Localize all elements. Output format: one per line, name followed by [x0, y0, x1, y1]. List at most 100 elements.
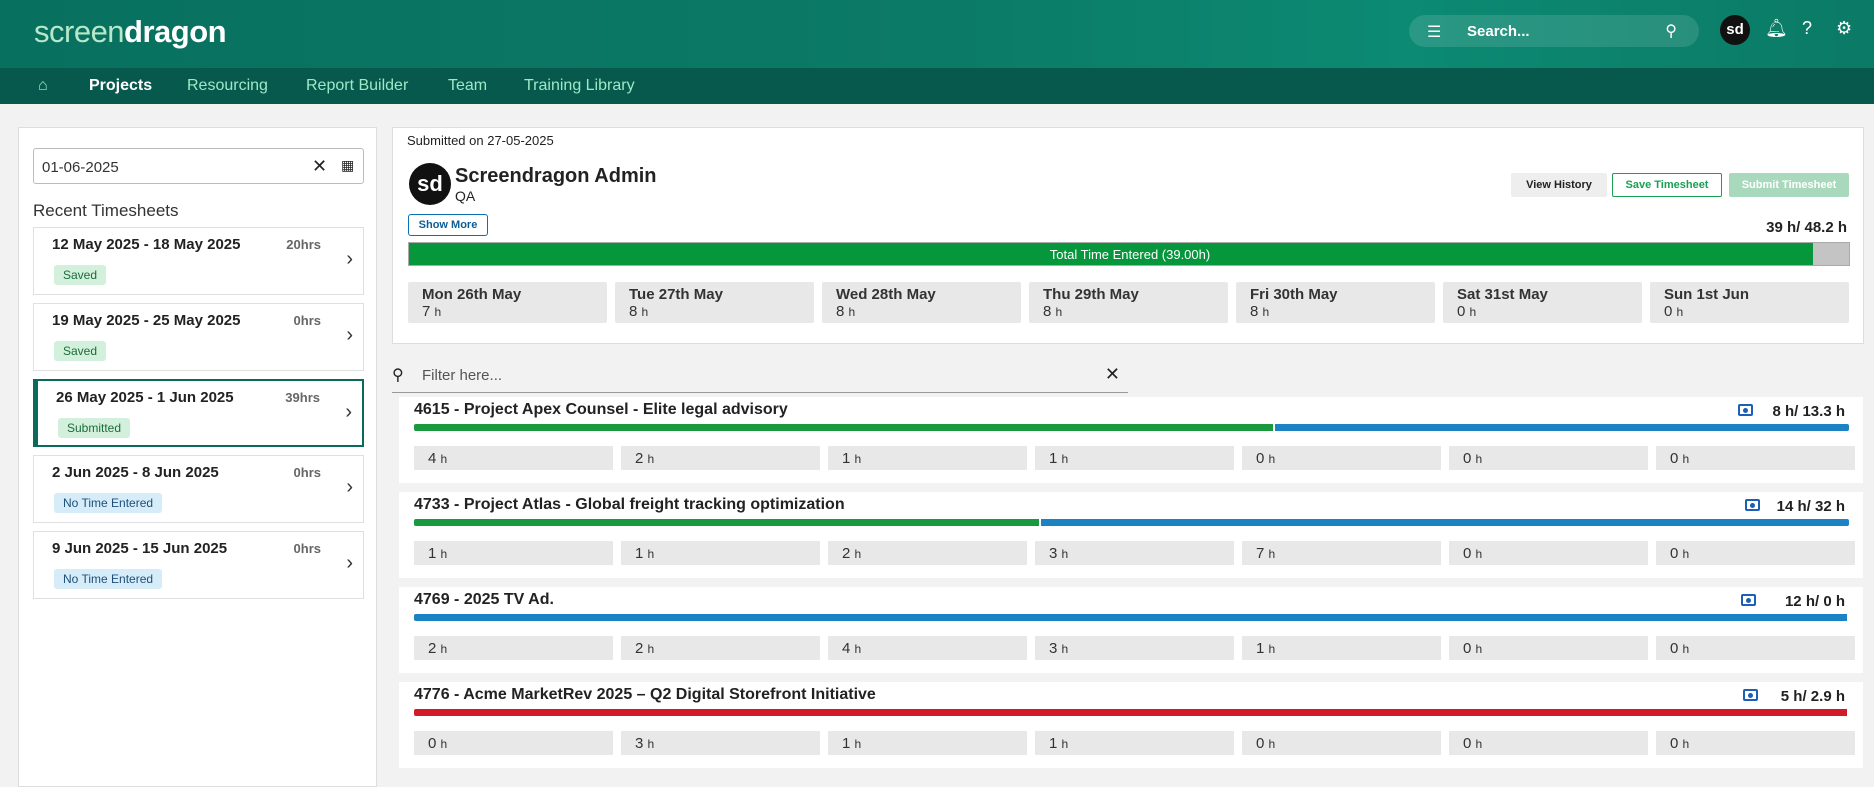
- day-hours-cell[interactable]: 2 h: [621, 636, 820, 660]
- timesheet-hours: 39hrs: [285, 390, 320, 405]
- timesheet-item-selected[interactable]: 26 May 2025 - 1 Jun 2025 39hrs Submitted…: [33, 379, 364, 447]
- project-title[interactable]: 4769 - 2025 TV Ad.: [414, 591, 554, 609]
- hours-unit: h: [1475, 737, 1483, 751]
- day-hours-cell[interactable]: 1 h: [828, 446, 1027, 470]
- day-hours-cell[interactable]: 2 h: [621, 446, 820, 470]
- date-value[interactable]: 01-06-2025: [42, 159, 119, 176]
- chevron-right-icon[interactable]: ›: [346, 552, 353, 575]
- timesheet-item[interactable]: 12 May 2025 - 18 May 2025 20hrs Saved ›: [33, 227, 364, 295]
- chevron-right-icon[interactable]: ›: [345, 401, 352, 424]
- day-hours-cell[interactable]: 0 h: [1242, 731, 1441, 755]
- view-history-button[interactable]: View History: [1511, 173, 1607, 197]
- menu-icon[interactable]: ☰: [1427, 22, 1441, 42]
- day-hours-cell[interactable]: 1 h: [414, 541, 613, 565]
- user-avatar[interactable]: sd: [1720, 15, 1750, 45]
- show-more-button[interactable]: Show More: [408, 214, 488, 236]
- day-hours-text: 0 h: [1670, 545, 1689, 562]
- day-hours-cell[interactable]: 1 h: [1035, 446, 1234, 470]
- day-hours-cell[interactable]: 1 h: [1242, 636, 1441, 660]
- project-title[interactable]: 4776 - Acme MarketRev 2025 – Q2 Digital …: [414, 686, 876, 704]
- chevron-right-icon[interactable]: ›: [346, 324, 353, 347]
- day-hours-cell[interactable]: 3 h: [1035, 541, 1234, 565]
- day-hours-cell[interactable]: 0 h: [1242, 446, 1441, 470]
- global-search[interactable]: ☰ Search... ⚲: [1409, 15, 1699, 47]
- day-hours-cell[interactable]: 1 h: [1035, 731, 1234, 755]
- clear-date-icon[interactable]: ✕: [312, 156, 327, 177]
- day-hours-cell[interactable]: 1 h: [828, 731, 1027, 755]
- day-hours-cell[interactable]: 2 h: [414, 636, 613, 660]
- project-progress-bar: [414, 709, 1849, 716]
- nav-team[interactable]: Team: [448, 77, 487, 95]
- billable-money-icon[interactable]: [1743, 689, 1758, 701]
- help-icon[interactable]: ?: [1802, 18, 1812, 39]
- day-hours: 8 h: [1250, 303, 1269, 320]
- screendragon-logo[interactable]: screendragon: [34, 14, 227, 50]
- calendar-icon[interactable]: ▦: [341, 157, 354, 174]
- date-picker-field[interactable]: 01-06-2025 ✕ ▦: [33, 148, 364, 184]
- day-total-tile: Tue 27th May 8 h: [615, 282, 814, 323]
- nav-report-builder[interactable]: Report Builder: [306, 77, 408, 95]
- day-hours-text: 2 h: [635, 450, 654, 467]
- billable-money-icon[interactable]: [1741, 594, 1756, 606]
- notifications-bell-icon[interactable]: 🔔︎: [1765, 18, 1788, 39]
- nav-training-library[interactable]: Training Library: [524, 77, 635, 95]
- project-row[interactable]: 4615 - Project Apex Counsel - Elite lega…: [399, 397, 1863, 483]
- timesheet-item[interactable]: 19 May 2025 - 25 May 2025 0hrs Saved ›: [33, 303, 364, 371]
- clear-filter-icon[interactable]: ✕: [1105, 364, 1120, 385]
- timesheet-hours: 0hrs: [293, 541, 321, 556]
- day-hours-cell[interactable]: 0 h: [1449, 636, 1648, 660]
- day-hours-cell[interactable]: 3 h: [1035, 636, 1234, 660]
- day-hours-text: 2 h: [428, 640, 447, 657]
- day-hours-cell[interactable]: 7 h: [1242, 541, 1441, 565]
- day-hours-cell[interactable]: 3 h: [621, 731, 820, 755]
- timesheet-item[interactable]: 2 Jun 2025 - 8 Jun 2025 0hrs No Time Ent…: [33, 455, 364, 523]
- day-hours-text: 0 h: [1670, 640, 1689, 657]
- hours-unit: h: [854, 452, 862, 466]
- submit-timesheet-button[interactable]: Submit Timesheet: [1729, 173, 1849, 197]
- project-filter[interactable]: ⚲ Filter here... ✕: [392, 359, 1128, 393]
- project-row[interactable]: 4733 - Project Atlas - Global freight tr…: [399, 492, 1863, 578]
- day-hours-text: 1 h: [1049, 450, 1068, 467]
- settings-gear-icon[interactable]: ⚙︎: [1836, 18, 1852, 39]
- day-hours-cell[interactable]: 4 h: [414, 446, 613, 470]
- day-hours-cell[interactable]: 0 h: [1656, 636, 1855, 660]
- day-name: Mon 26th May: [422, 286, 522, 303]
- day-hours-cell[interactable]: 0 h: [1656, 541, 1855, 565]
- day-hours-cell[interactable]: 2 h: [828, 541, 1027, 565]
- timesheet-item[interactable]: 9 Jun 2025 - 15 Jun 2025 0hrs No Time En…: [33, 531, 364, 599]
- day-hours-cell[interactable]: 0 h: [1449, 446, 1648, 470]
- project-row[interactable]: 4776 - Acme MarketRev 2025 – Q2 Digital …: [399, 682, 1863, 768]
- day-hours-value: 0: [1664, 303, 1673, 320]
- day-name: Thu 29th May: [1043, 286, 1139, 303]
- chevron-right-icon[interactable]: ›: [346, 248, 353, 271]
- hours-value: 0: [1670, 735, 1679, 752]
- filter-input[interactable]: Filter here...: [422, 367, 502, 384]
- day-hours-text: 2 h: [635, 640, 654, 657]
- timesheet-range: 19 May 2025 - 25 May 2025: [52, 312, 241, 329]
- billable-money-icon[interactable]: [1738, 404, 1753, 416]
- search-input[interactable]: Search...: [1467, 23, 1530, 40]
- hours-unit: h: [434, 305, 442, 319]
- day-hours-cell[interactable]: 0 h: [1656, 731, 1855, 755]
- project-title[interactable]: 4615 - Project Apex Counsel - Elite lega…: [414, 401, 788, 419]
- home-icon[interactable]: ⌂: [38, 77, 48, 95]
- day-hours-cell[interactable]: 0 h: [1449, 541, 1648, 565]
- save-timesheet-button[interactable]: Save Timesheet: [1612, 173, 1722, 197]
- day-hours-cell[interactable]: 0 h: [414, 731, 613, 755]
- search-icon[interactable]: ⚲: [1665, 21, 1677, 41]
- chevron-right-icon[interactable]: ›: [346, 476, 353, 499]
- day-hours-cell[interactable]: 4 h: [828, 636, 1027, 660]
- day-hours-text: 1 h: [635, 545, 654, 562]
- project-progress-bar: [414, 424, 1849, 431]
- project-progress-bar: [414, 519, 1849, 526]
- day-hours-cell[interactable]: 0 h: [1449, 731, 1648, 755]
- project-row[interactable]: 4769 - 2025 TV Ad. 12 h/ 0 h2 h2 h4 h3 h1…: [399, 587, 1863, 673]
- billable-money-icon[interactable]: [1745, 499, 1760, 511]
- day-hours-cell[interactable]: 1 h: [621, 541, 820, 565]
- day-hours-value: 8: [1250, 303, 1259, 320]
- timesheet-range: 12 May 2025 - 18 May 2025: [52, 236, 241, 253]
- nav-projects[interactable]: Projects: [89, 77, 152, 95]
- nav-resourcing[interactable]: Resourcing: [187, 77, 268, 95]
- project-title[interactable]: 4733 - Project Atlas - Global freight tr…: [414, 496, 845, 514]
- day-hours-cell[interactable]: 0 h: [1656, 446, 1855, 470]
